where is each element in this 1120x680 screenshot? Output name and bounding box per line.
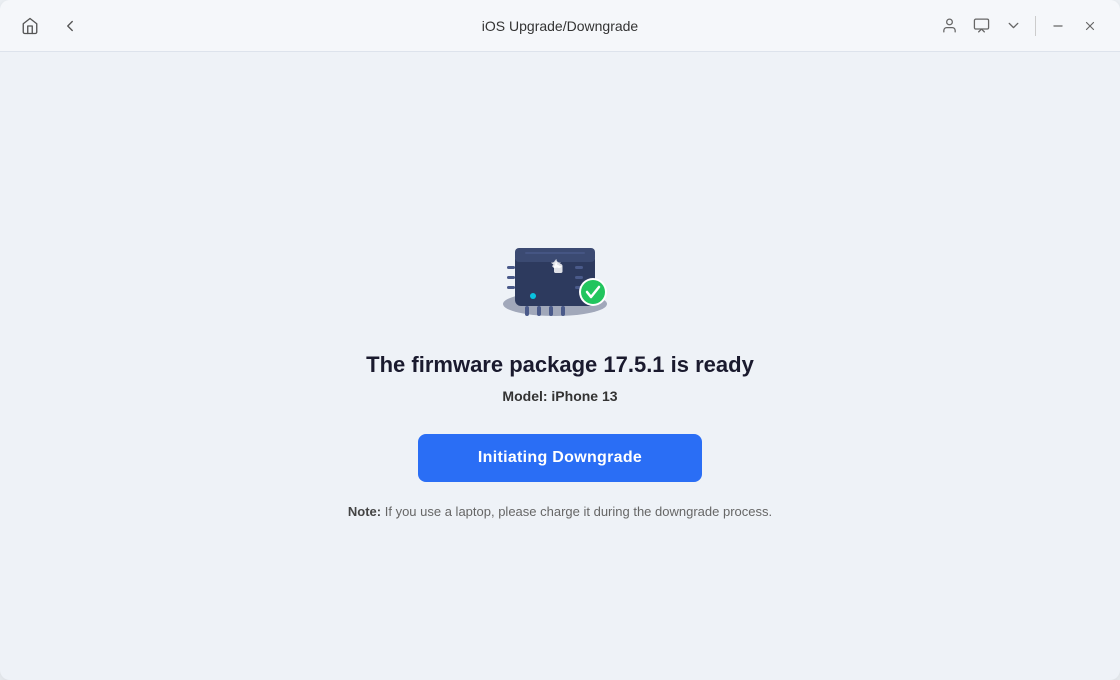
home-icon[interactable] bbox=[16, 12, 44, 40]
minimize-icon[interactable] bbox=[1044, 12, 1072, 40]
model-label-text: Model: bbox=[502, 388, 547, 404]
app-window: iOS Upgrade/Downgrade bbox=[0, 0, 1120, 680]
user-account-icon[interactable] bbox=[935, 12, 963, 40]
chevron-down-icon[interactable] bbox=[999, 12, 1027, 40]
model-value: iPhone 13 bbox=[551, 388, 617, 404]
titlebar-divider bbox=[1035, 16, 1036, 36]
window-title: iOS Upgrade/Downgrade bbox=[482, 18, 638, 34]
firmware-title: The firmware package 17.5.1 is ready bbox=[366, 352, 754, 378]
titlebar-right bbox=[935, 12, 1104, 40]
titlebar: iOS Upgrade/Downgrade bbox=[0, 0, 1120, 52]
note-label: Note: bbox=[348, 504, 381, 519]
note-text: Note: If you use a laptop, please charge… bbox=[348, 504, 772, 519]
chat-icon[interactable] bbox=[967, 12, 995, 40]
chip-illustration bbox=[495, 214, 625, 324]
close-icon[interactable] bbox=[1076, 12, 1104, 40]
initiating-downgrade-button[interactable]: Initiating Downgrade bbox=[418, 434, 702, 482]
main-content: The firmware package 17.5.1 is ready Mod… bbox=[0, 52, 1120, 680]
model-label: Model: iPhone 13 bbox=[502, 388, 617, 404]
back-icon[interactable] bbox=[56, 12, 84, 40]
note-content: If you use a laptop, please charge it du… bbox=[385, 504, 772, 519]
titlebar-left bbox=[16, 12, 84, 40]
